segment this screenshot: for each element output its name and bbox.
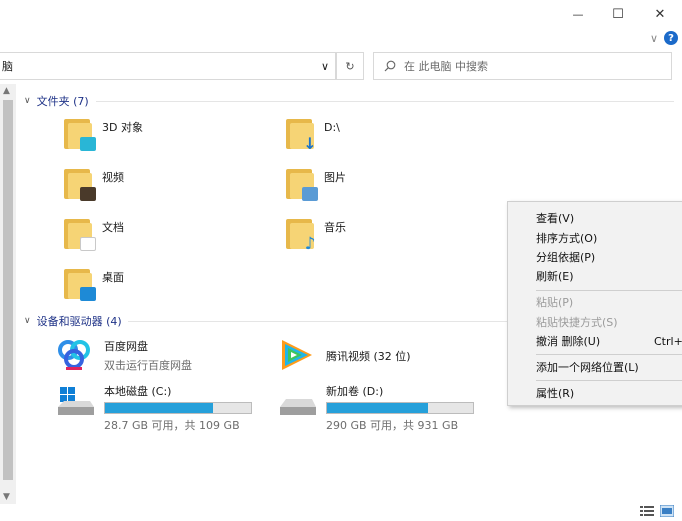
context-menu: 查看(V) 排序方式(O) 分组依据(P) 刷新(E) 粘贴(P) 粘贴快捷方式… xyxy=(507,201,682,406)
details-view-icon[interactable] xyxy=(640,505,654,517)
menu-item-label: 排序方式(O) xyxy=(536,232,598,245)
app-tencent-video[interactable]: 腾讯视频 (32 位) xyxy=(278,338,411,374)
folder-label: 图片 xyxy=(324,171,346,184)
folder-label: D:\ xyxy=(324,120,340,134)
search-placeholder: 在 此电脑 中搜索 xyxy=(404,60,488,73)
menu-item-label: 属性(R) xyxy=(536,387,575,400)
drive-c[interactable]: 本地磁盘 (C:) 28.7 GB 可用，共 109 GB xyxy=(56,383,252,433)
drive-usage-bar xyxy=(104,402,252,414)
app-description: 双击运行百度网盘 xyxy=(104,359,192,372)
devices-group-header[interactable]: ∨ 设备和驱动器 (4) xyxy=(24,313,122,329)
folder-label: 桌面 xyxy=(102,271,124,284)
folders-group-header[interactable]: ∨ 文件夹 (7) xyxy=(24,93,89,109)
app-baidu-netdisk[interactable]: 百度网盘 双击运行百度网盘 xyxy=(56,338,192,374)
collapse-chevron-icon[interactable]: ∨ xyxy=(24,96,31,106)
folder-music[interactable]: ♪ 音乐 xyxy=(284,217,346,253)
app-label: 百度网盘 xyxy=(104,340,148,353)
3d-objects-folder-icon xyxy=(62,117,96,151)
drive-space-text: 290 GB 可用，共 931 GB xyxy=(326,419,459,432)
close-button[interactable]: ✕ xyxy=(638,0,682,28)
help-icon[interactable]: ? xyxy=(664,31,678,45)
menu-item-sort[interactable]: 排序方式(O) xyxy=(508,228,682,248)
address-dropdown-chevron-icon[interactable]: ∨ xyxy=(315,53,335,79)
search-icon xyxy=(384,60,396,72)
folder-videos[interactable]: 视频 xyxy=(62,167,124,201)
maximize-button[interactable]: ☐ xyxy=(596,0,640,28)
folder-3d-objects[interactable]: 3D 对象 xyxy=(62,117,143,151)
app-label: 腾讯视频 (32 位) xyxy=(326,350,411,363)
minimize-button[interactable]: — xyxy=(556,0,600,28)
search-input[interactable]: 在 此电脑 中搜索 xyxy=(373,52,672,80)
menu-item-label: 查看(V) xyxy=(536,212,575,225)
folder-label: 视频 xyxy=(102,171,124,184)
menu-item-paste-shortcut[interactable]: 粘贴快捷方式(S) xyxy=(508,312,682,332)
menu-item-view[interactable]: 查看(V) xyxy=(508,208,682,228)
folder-d-drive[interactable]: ↓ D:\ xyxy=(284,117,340,152)
menu-item-properties[interactable]: 属性(R) xyxy=(508,383,682,403)
videos-folder-icon xyxy=(62,167,96,201)
folder-label: 音乐 xyxy=(324,221,346,234)
menu-item-label: 分组依据(P) xyxy=(536,251,596,264)
documents-folder-icon xyxy=(62,217,96,251)
drive-usage-bar xyxy=(326,402,474,414)
menu-item-label: 粘贴快捷方式(S) xyxy=(536,316,618,329)
pictures-folder-icon xyxy=(284,167,318,201)
menu-separator xyxy=(536,354,682,355)
baidu-netdisk-icon xyxy=(56,338,96,374)
folders-group-title: 文件夹 (7) xyxy=(36,95,89,108)
collapse-chevron-icon[interactable]: ∨ xyxy=(24,316,31,326)
folder-pictures[interactable]: 图片 xyxy=(284,167,346,201)
folder-label: 文档 xyxy=(102,221,124,234)
menu-item-group[interactable]: 分组依据(P) xyxy=(508,247,682,267)
scroll-down-arrow-icon[interactable]: ▼ xyxy=(3,492,10,502)
windows-drive-icon xyxy=(56,383,96,419)
refresh-button[interactable]: ↻ xyxy=(336,52,364,80)
folder-label: 3D 对象 xyxy=(102,121,143,134)
downloads-folder-icon: ↓ xyxy=(284,117,317,152)
menu-item-add-network-location[interactable]: 添加一个网络位置(L) xyxy=(508,357,682,377)
music-folder-icon: ♪ xyxy=(284,217,316,253)
group-divider xyxy=(128,321,508,322)
menu-item-undo-delete[interactable]: 撤消 删除(U) Ctrl+Z xyxy=(508,331,682,351)
menu-item-label: 刷新(E) xyxy=(536,270,574,283)
devices-group-title: 设备和驱动器 (4) xyxy=(36,315,122,328)
expand-ribbon-chevron-icon[interactable]: ∨ xyxy=(650,32,658,45)
drive-label: 本地磁盘 (C:) xyxy=(104,385,172,398)
folder-desktop[interactable]: 桌面 xyxy=(62,267,124,301)
scroll-up-arrow-icon[interactable]: ▲ xyxy=(3,86,10,96)
scrollbar-thumb[interactable] xyxy=(3,100,13,480)
desktop-folder-icon xyxy=(62,267,96,301)
drive-space-text: 28.7 GB 可用，共 109 GB xyxy=(104,419,240,432)
drive-label: 新加卷 (D:) xyxy=(326,385,384,398)
menu-item-label: 添加一个网络位置(L) xyxy=(536,361,639,374)
address-bar[interactable]: 脑 ∨ xyxy=(0,52,336,80)
refresh-icon: ↻ xyxy=(345,59,355,73)
tencent-video-icon xyxy=(278,338,318,374)
menu-separator xyxy=(536,290,682,291)
view-mode-switcher xyxy=(640,505,674,517)
menu-item-label: 撤消 删除(U) xyxy=(536,335,601,348)
ribbon-controls: ∨ ? xyxy=(650,28,682,48)
vertical-scrollbar[interactable]: ▲ ▼ xyxy=(0,84,16,504)
group-divider xyxy=(96,101,674,102)
menu-item-refresh[interactable]: 刷新(E) xyxy=(508,266,682,286)
menu-item-label: 粘贴(P) xyxy=(536,296,574,309)
drive-d[interactable]: 新加卷 (D:) 290 GB 可用，共 931 GB xyxy=(278,383,474,433)
large-icons-view-icon[interactable] xyxy=(660,505,674,517)
folder-documents[interactable]: 文档 xyxy=(62,217,124,251)
menu-item-shortcut: Ctrl+Z xyxy=(654,334,682,348)
menu-separator xyxy=(536,380,682,381)
address-path: 脑 xyxy=(2,60,13,73)
menu-item-paste[interactable]: 粘贴(P) xyxy=(508,292,682,312)
hard-drive-icon xyxy=(278,383,318,419)
